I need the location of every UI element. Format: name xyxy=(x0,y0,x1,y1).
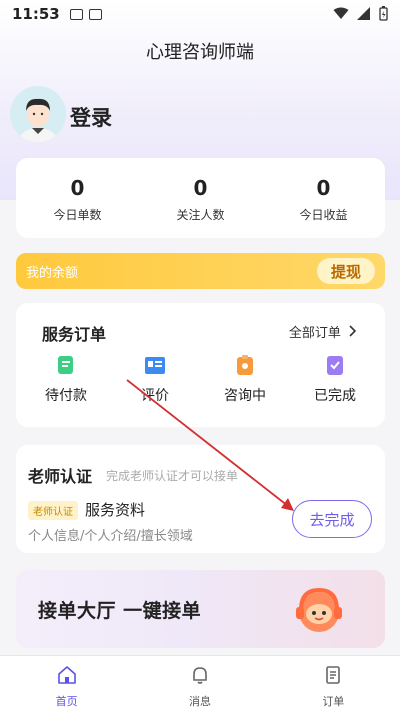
teacher-certification-card: 老师认证 完成老师认证才可以接单 老师认证 服务资料 个人信息/个人介绍/擅长领… xyxy=(16,445,385,553)
status-bar: 11:53 xyxy=(0,0,400,28)
user-avatar-icon xyxy=(10,86,66,142)
order-item-pending-payment[interactable]: 待付款 xyxy=(31,353,101,405)
order-item-review[interactable]: 评价 xyxy=(120,353,190,405)
order-item-completed[interactable]: 已完成 xyxy=(300,353,370,405)
signal-icon xyxy=(357,7,370,20)
service-info-label: 服务资料 xyxy=(85,501,146,519)
status-time: 11:53 xyxy=(12,5,60,23)
service-info-description: 个人信息/个人介绍/擅长领域 xyxy=(28,529,193,544)
login-label[interactable]: 登录 xyxy=(70,102,112,132)
stat-label: 今日单数 xyxy=(53,208,102,222)
chevron-right-icon xyxy=(349,325,357,337)
tab-orders[interactable]: 订单 xyxy=(267,656,400,711)
stat-value: 0 xyxy=(316,176,331,200)
wifi-icon xyxy=(333,7,349,19)
tab-label: 消息 xyxy=(188,695,211,708)
order-icon xyxy=(326,666,341,684)
order-hall-banner[interactable]: 接单大厅 一键接单 xyxy=(16,570,385,648)
review-icon xyxy=(143,353,167,377)
service-orders-card: 服务订单 全部订单 待付款 评价 咨询中 已完成 xyxy=(16,303,385,427)
go-complete-button[interactable]: 去完成 xyxy=(292,500,372,538)
bottom-tab-bar: 首页 消息 订单 xyxy=(0,655,400,711)
stat-label: 关注人数 xyxy=(176,208,225,222)
consult-icon xyxy=(233,353,257,377)
headset-mascot-icon xyxy=(296,587,342,632)
battery-icon xyxy=(379,6,388,21)
stat-today-orders: 0 今日单数 xyxy=(16,158,139,238)
stat-value: 0 xyxy=(70,176,85,200)
stat-today-income: 0 今日收益 xyxy=(262,158,385,238)
stats-card: 0 今日单数 0 关注人数 0 今日收益 xyxy=(16,158,385,238)
order-item-label: 评价 xyxy=(141,388,169,404)
orders-title: 服务订单 xyxy=(42,325,107,344)
bell-icon xyxy=(193,667,207,684)
order-item-label: 待付款 xyxy=(45,388,87,404)
text-notification-icon xyxy=(88,8,102,20)
done-icon xyxy=(323,353,347,377)
order-item-label: 咨询中 xyxy=(224,388,266,404)
stat-value: 0 xyxy=(193,176,208,200)
tab-label: 首页 xyxy=(55,695,78,708)
balance-label: 我的余额 xyxy=(26,265,79,281)
wallet-icon xyxy=(54,353,78,377)
order-item-label: 已完成 xyxy=(314,388,356,404)
teacher-cert-tag: 老师认证 xyxy=(28,501,78,520)
home-icon xyxy=(57,666,76,684)
app-title: 心理咨询师端 xyxy=(146,42,254,63)
banner-text: 接单大厅 一键接单 xyxy=(38,600,202,622)
teacher-cert-subtitle: 完成老师认证才可以接单 xyxy=(106,469,239,483)
withdraw-button[interactable]: 提现 xyxy=(317,258,375,284)
tab-messages[interactable]: 消息 xyxy=(133,656,266,711)
balance-bar[interactable]: 我的余额 提现 xyxy=(16,253,385,289)
image-notification-icon xyxy=(69,8,83,20)
all-orders-link[interactable]: 全部订单 xyxy=(289,322,357,341)
tab-home[interactable]: 首页 xyxy=(0,656,133,711)
order-item-consulting[interactable]: 咨询中 xyxy=(210,353,280,405)
stat-label: 今日收益 xyxy=(299,208,348,222)
teacher-cert-title: 老师认证 xyxy=(28,467,93,486)
avatar[interactable] xyxy=(10,86,66,142)
all-orders-label: 全部订单 xyxy=(288,326,341,341)
stat-followers: 0 关注人数 xyxy=(139,158,262,238)
tab-label: 订单 xyxy=(322,695,345,708)
